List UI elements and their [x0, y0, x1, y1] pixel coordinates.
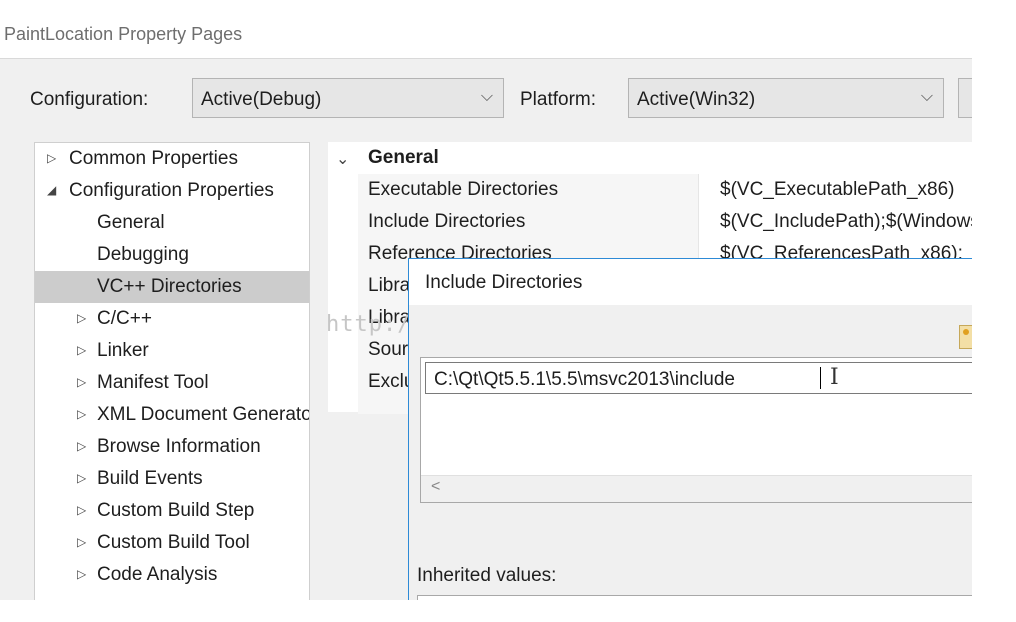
tree-item-label: Common Properties [69, 148, 238, 169]
configuration-label: Configuration: [30, 89, 149, 110]
tree-item-manifest-tool[interactable]: ▷ Manifest Tool [35, 367, 309, 399]
configuration-bar: Configuration: Active(Debug) ⌵ Platform:… [0, 78, 972, 122]
tree-item-label: Custom Build Tool [97, 532, 250, 553]
platform-value: Active(Win32) [637, 89, 756, 110]
tree-item-label: Code Analysis [97, 564, 218, 585]
tree-item-label: Manifest Tool [97, 372, 209, 393]
directory-value: C:\Qt\Qt5.5.1\5.5\msvc2013\include [434, 369, 735, 390]
dialog-title-bar: Include Directories [409, 259, 972, 305]
directory-edit-field[interactable]: C:\Qt\Qt5.5.1\5.5\msvc2013\include I [425, 362, 972, 394]
tree-item-common-properties[interactable]: ▷ Common Properties [35, 143, 309, 175]
expand-arrow-icon: ▷ [77, 471, 87, 485]
tree-item-label: Linker [97, 340, 149, 361]
tree-item-configuration-properties[interactable]: ◢ Configuration Properties [35, 175, 309, 207]
include-directories-dialog: Include Directories C:\Qt\Qt5.5.1\5.5\ms… [408, 258, 972, 600]
expand-arrow-icon: ▷ [77, 343, 87, 357]
property-name: Include Directories [368, 211, 526, 232]
category-label: General [368, 147, 439, 168]
property-name: Executable Directories [368, 179, 559, 200]
scroll-left-icon[interactable]: < [431, 478, 440, 496]
platform-label: Platform: [520, 89, 597, 110]
property-row-executable-directories[interactable]: Executable Directories $(VC_ExecutablePa… [328, 174, 972, 206]
configuration-value: Active(Debug) [201, 89, 322, 110]
dialog-title: Include Directories [425, 272, 583, 293]
inherited-values-box [417, 595, 972, 600]
property-pages-window: PaintLocation Property Pages Configurati… [0, 0, 972, 600]
title-bar: PaintLocation Property Pages [0, 0, 972, 59]
tree-item-label: Configuration Properties [69, 180, 274, 201]
tree-item-label: C/C++ [97, 308, 152, 329]
collapse-arrow-icon: ◢ [47, 183, 57, 197]
tree-item-debugging[interactable]: Debugging [35, 239, 309, 271]
tree-item-build-events[interactable]: ▷ Build Events [35, 463, 309, 495]
expand-arrow-icon: ▷ [77, 503, 87, 517]
expand-arrow-icon: ▷ [77, 407, 87, 421]
tree-item-c-cpp[interactable]: ▷ C/C++ [35, 303, 309, 335]
directories-list[interactable]: C:\Qt\Qt5.5.1\5.5\msvc2013\include I < [420, 357, 972, 503]
tree-item-label: Browse Information [97, 436, 261, 457]
tree-item-label: Build Events [97, 468, 203, 489]
horizontal-scrollbar[interactable]: < [421, 475, 972, 502]
expand-arrow-icon: ▷ [77, 375, 87, 389]
property-value: $(VC_ExecutablePath_x86) [720, 179, 955, 200]
platform-dropdown[interactable]: Active(Win32) ⌵ [628, 78, 944, 118]
property-row-include-directories[interactable]: Include Directories $(VC_IncludePath);$(… [328, 206, 972, 238]
tree-item-label: Custom Build Step [97, 500, 255, 521]
settings-tree: ▷ Common Properties ◢ Configuration Prop… [34, 142, 310, 600]
expand-arrow-icon: ▷ [77, 567, 87, 581]
property-value: $(VC_IncludePath);$(WindowsSDK_IncludePa… [720, 211, 972, 232]
tree-item-label: XML Document Generator [97, 404, 309, 425]
tree-item-xml-document-generator[interactable]: ▷ XML Document Generator [35, 399, 309, 431]
expand-arrow-icon: ▷ [77, 311, 87, 325]
tree-item-vc-directories[interactable]: VC++ Directories [35, 271, 309, 303]
tree-item-browse-information[interactable]: ▷ Browse Information [35, 431, 309, 463]
expand-arrow-icon: ▷ [47, 151, 57, 165]
expand-arrow-icon: ▷ [77, 439, 87, 453]
tree-item-code-analysis[interactable]: ▷ Code Analysis [35, 559, 309, 591]
tree-item-custom-build-step[interactable]: ▷ Custom Build Step [35, 495, 309, 527]
chevron-down-icon: ⌵ [480, 88, 493, 105]
tree-item-linker[interactable]: ▷ Linker [35, 335, 309, 367]
tree-item-label: Debugging [97, 244, 189, 265]
category-general[interactable]: ⌄ General [328, 142, 972, 174]
tree-item-label: General [97, 212, 165, 233]
tree-item-label: VC++ Directories [97, 276, 242, 297]
configuration-manager-button[interactable] [958, 78, 972, 118]
window-title: PaintLocation Property Pages [4, 24, 243, 44]
chevron-down-icon: ⌵ [920, 88, 933, 105]
inherited-values-label: Inherited values: [417, 565, 557, 586]
ibeam-cursor-icon: I [830, 365, 839, 390]
chevron-down-icon: ⌄ [336, 151, 350, 168]
tree-item-custom-build-tool[interactable]: ▷ Custom Build Tool [35, 527, 309, 559]
configuration-dropdown[interactable]: Active(Debug) ⌵ [192, 78, 504, 118]
new-line-folder-icon[interactable] [959, 325, 972, 349]
text-caret [820, 367, 821, 389]
expand-arrow-icon: ▷ [77, 535, 87, 549]
tree-item-general[interactable]: General [35, 207, 309, 239]
